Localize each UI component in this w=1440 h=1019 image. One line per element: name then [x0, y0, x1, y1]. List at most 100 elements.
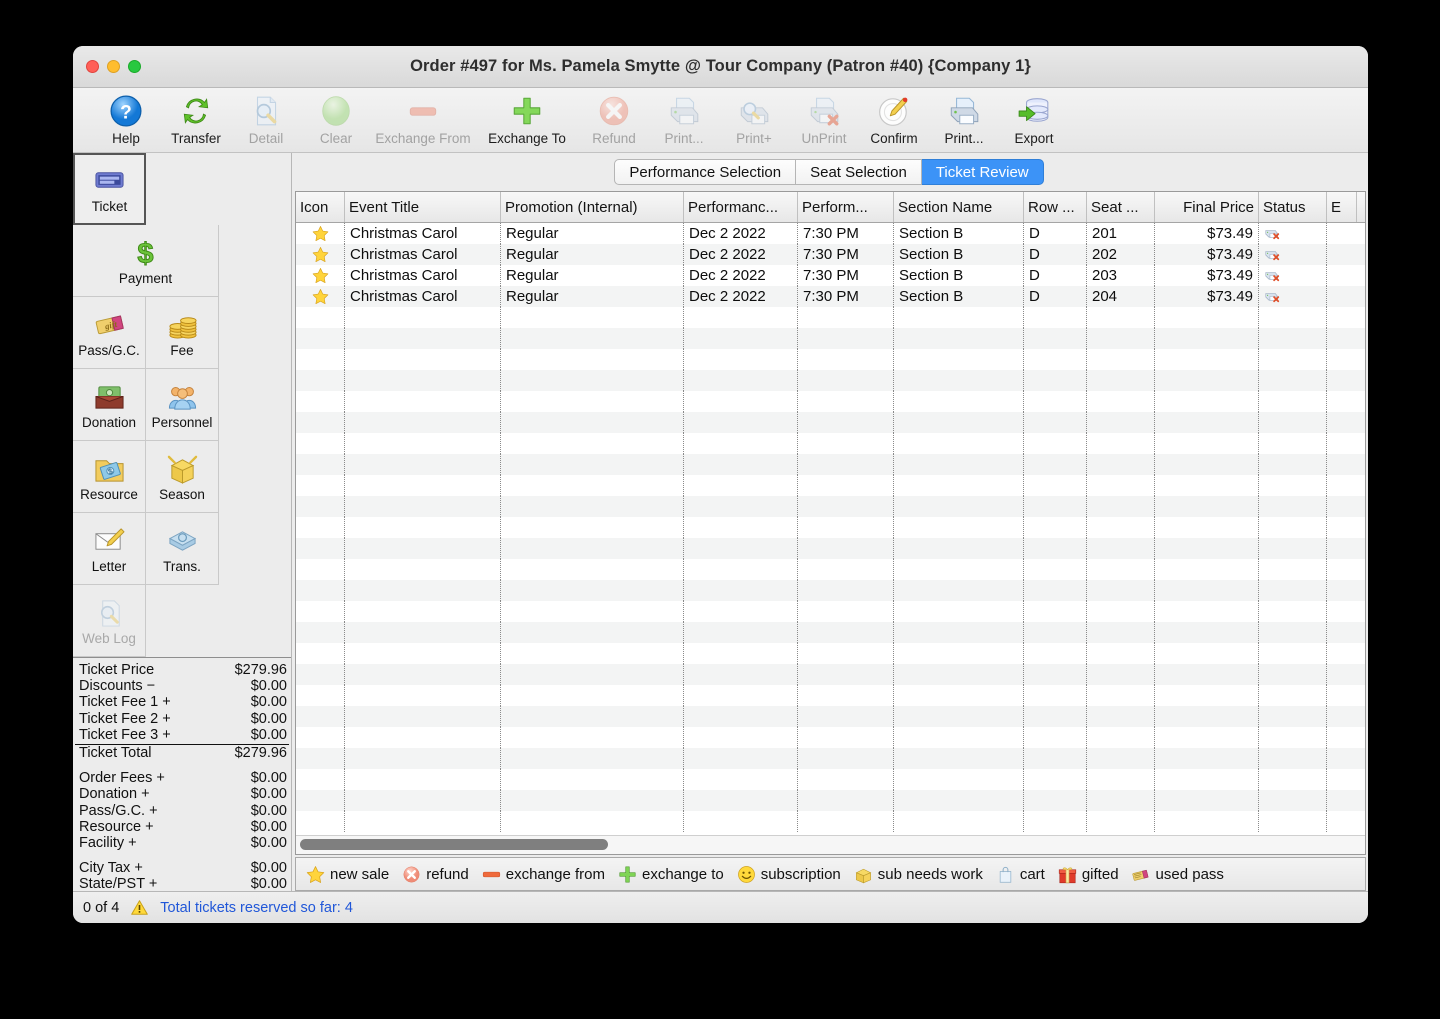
sidebar-item-personnel[interactable]: Personnel: [146, 369, 219, 441]
horizontal-scrollbar-thumb[interactable]: [300, 839, 608, 850]
cell-empty: [1259, 811, 1327, 832]
table-row-empty[interactable]: [296, 538, 1365, 559]
close-button[interactable]: [86, 60, 99, 73]
cell-event-title: Christmas Carol: [345, 265, 501, 286]
table-row-empty[interactable]: [296, 433, 1365, 454]
export-icon: [1017, 92, 1051, 130]
cell-empty: [1087, 685, 1155, 706]
total-label: Ticket Total: [79, 745, 152, 762]
column-header-performanc[interactable]: Performanc...: [684, 192, 798, 222]
table-row-empty[interactable]: [296, 475, 1365, 496]
column-header-event-title[interactable]: Event Title: [345, 192, 501, 222]
table-body[interactable]: Christmas Carol Regular Dec 2 2022 7:30 PM S…: [296, 223, 1365, 835]
table-row-empty[interactable]: [296, 454, 1365, 475]
column-header-status[interactable]: Status: [1259, 192, 1327, 222]
cell-extra: [1327, 286, 1357, 307]
toolbar-button-help[interactable]: ? Help: [91, 90, 161, 146]
column-header-section-name[interactable]: Section Name: [894, 192, 1024, 222]
sidebar-item-ticket[interactable]: Ticket: [73, 153, 146, 225]
cell-empty: [1024, 538, 1087, 559]
sidebar-item-fee[interactable]: Fee: [146, 297, 219, 369]
table-row-empty[interactable]: [296, 412, 1365, 433]
table-row-empty[interactable]: [296, 706, 1365, 727]
total-value: $279.96: [234, 745, 287, 762]
minimize-button[interactable]: [107, 60, 120, 73]
sidebar-item-season[interactable]: Season: [146, 441, 219, 513]
table-row-empty[interactable]: [296, 370, 1365, 391]
table-row-empty[interactable]: [296, 769, 1365, 790]
star-icon: [306, 865, 325, 884]
column-header-seat[interactable]: Seat ...: [1087, 192, 1155, 222]
table-row-empty[interactable]: [296, 727, 1365, 748]
coins-icon: [167, 308, 198, 341]
table-row-empty[interactable]: [296, 622, 1365, 643]
table-row-empty[interactable]: [296, 601, 1365, 622]
toolbar-button-confirm[interactable]: Confirm: [859, 90, 929, 146]
sidebar-item-donation[interactable]: Donation: [73, 369, 146, 441]
toolbar-button-label: Print+: [736, 131, 772, 146]
table-row-empty[interactable]: [296, 790, 1365, 811]
cell-empty: [501, 475, 684, 496]
cell-empty: [798, 475, 894, 496]
toolbar-button-exchange-to[interactable]: Exchange To: [475, 90, 579, 146]
sidebar-item-payment[interactable]: $ Payment: [73, 225, 219, 297]
toolbar-button-transfer[interactable]: Transfer: [161, 90, 231, 146]
row-status-icon-cell: [1259, 286, 1327, 307]
cell-empty: [1259, 328, 1327, 349]
table-row-empty[interactable]: [296, 559, 1365, 580]
cell-empty: [1024, 517, 1087, 538]
maximize-button[interactable]: [128, 60, 141, 73]
table-row-empty[interactable]: [296, 811, 1365, 832]
horizontal-scrollbar[interactable]: [296, 835, 1365, 854]
cell-seat: 203: [1087, 265, 1155, 286]
table-row-empty[interactable]: [296, 643, 1365, 664]
column-header-e[interactable]: E: [1327, 192, 1357, 222]
sidebar-item-pass-g-c[interactable]: gift Pass/G.C.: [73, 297, 146, 369]
table-row[interactable]: Christmas Carol Regular Dec 2 2022 7:30 PM S…: [296, 223, 1365, 244]
table-row-empty[interactable]: [296, 391, 1365, 412]
cell-empty: [296, 328, 345, 349]
total-row: Ticket Fee 3 + $0.00: [73, 727, 291, 743]
column-header-perform[interactable]: Perform...: [798, 192, 894, 222]
cell-empty: [798, 664, 894, 685]
tab-ticket-review[interactable]: Ticket Review: [921, 159, 1044, 185]
column-header-row[interactable]: Row ...: [1024, 192, 1087, 222]
cell-empty: [501, 433, 684, 454]
table-row[interactable]: Christmas Carol Regular Dec 2 2022 7:30 PM S…: [296, 286, 1365, 307]
sidebar-item-trans[interactable]: Trans.: [146, 513, 219, 585]
sidebar-item-label: Donation: [81, 414, 137, 430]
table-row[interactable]: Christmas Carol Regular Dec 2 2022 7:30 PM S…: [296, 265, 1365, 286]
table-row[interactable]: Christmas Carol Regular Dec 2 2022 7:30 PM S…: [296, 244, 1365, 265]
sidebar-item-letter[interactable]: Letter: [73, 513, 146, 585]
cell-empty: [1024, 475, 1087, 496]
main-toolbar: ? Help Transfer Detail Clear Exchange From…: [73, 88, 1368, 153]
window-controls[interactable]: [86, 60, 141, 73]
table-row-empty[interactable]: [296, 349, 1365, 370]
cell-empty: [1024, 748, 1087, 769]
unprinted-icon: [1264, 266, 1283, 285]
table-row-empty[interactable]: [296, 517, 1365, 538]
table-row-empty[interactable]: [296, 664, 1365, 685]
cell-section-name: Section B: [894, 265, 1024, 286]
tab-performance-selection[interactable]: Performance Selection: [614, 159, 797, 185]
table-row-empty[interactable]: [296, 496, 1365, 517]
table-row-empty[interactable]: [296, 328, 1365, 349]
column-header-final-price[interactable]: Final Price: [1155, 192, 1259, 222]
cell-seat: 202: [1087, 244, 1155, 265]
cell-empty: [798, 769, 894, 790]
cell-empty: [684, 517, 798, 538]
cell-empty: [296, 664, 345, 685]
toolbar-button-print2[interactable]: Print...: [929, 90, 999, 146]
cell-empty: [1087, 769, 1155, 790]
cell-seat: 201: [1087, 223, 1155, 244]
sidebar-item-resource[interactable]: $ Resource: [73, 441, 146, 513]
toolbar-button-export[interactable]: Export: [999, 90, 1069, 146]
column-header-icon[interactable]: Icon: [296, 192, 345, 222]
tab-seat-selection[interactable]: Seat Selection: [796, 159, 922, 185]
table-row-empty[interactable]: [296, 748, 1365, 769]
column-header-promotion-internal[interactable]: Promotion (Internal): [501, 192, 684, 222]
table-row-empty[interactable]: [296, 307, 1365, 328]
cell-empty: [684, 496, 798, 517]
table-row-empty[interactable]: [296, 580, 1365, 601]
table-row-empty[interactable]: [296, 685, 1365, 706]
